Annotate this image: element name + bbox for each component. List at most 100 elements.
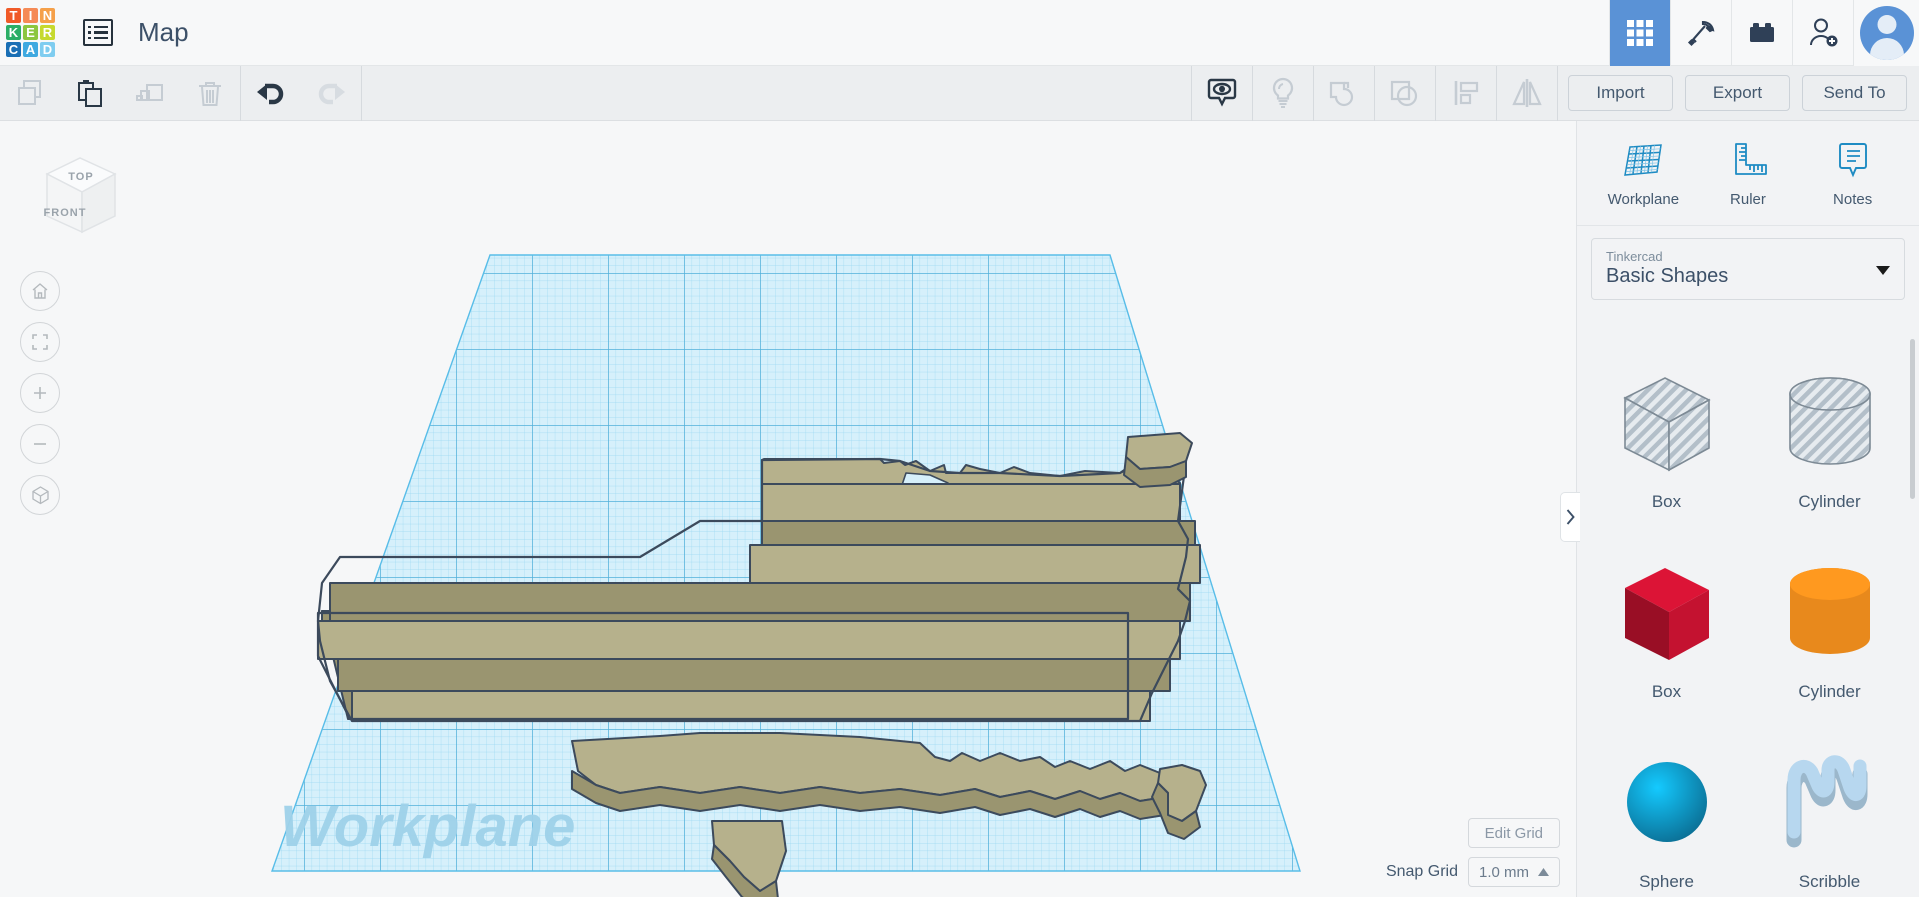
send-to-button[interactable]: Send To xyxy=(1802,75,1907,111)
mirror-button[interactable] xyxy=(1497,66,1557,121)
workplane-tool-label: Workplane xyxy=(1607,190,1680,208)
viewcube-top-label: TOP xyxy=(68,171,93,183)
paste-button[interactable] xyxy=(60,66,120,121)
toolbar-divider xyxy=(1557,65,1558,121)
eye-marker-icon xyxy=(1207,78,1237,107)
align-button[interactable] xyxy=(1436,66,1496,121)
undo-button[interactable] xyxy=(241,66,301,121)
copy-icon xyxy=(18,80,41,105)
snap-grid-select[interactable]: 1.0 mm xyxy=(1467,857,1560,887)
library-value: Basic Shapes xyxy=(1606,265,1729,287)
shape-cylinder-hole[interactable]: Cylinder xyxy=(1748,343,1911,533)
user-account-button[interactable] xyxy=(1853,0,1919,66)
3d-viewport[interactable]: Workplane TOP FRONT Edit Grid Snap Grid … xyxy=(0,121,1576,897)
shape-library-scrollbar[interactable] xyxy=(1910,339,1915,499)
trash-icon xyxy=(199,82,221,106)
logo-tile-t: T xyxy=(6,8,21,23)
invite-collaborator-button[interactable] xyxy=(1792,0,1853,66)
collapse-panel-button[interactable] xyxy=(1560,492,1580,542)
export-button[interactable]: Export xyxy=(1685,75,1790,111)
cylinder-solid-preview xyxy=(1789,568,1870,654)
shape-label: Cylinder xyxy=(1798,682,1861,701)
shape-sphere-solid[interactable]: Sphere xyxy=(1585,723,1748,897)
avatar xyxy=(1859,5,1914,60)
home-view-button[interactable] xyxy=(20,271,60,311)
workplane-tool[interactable]: Workplane xyxy=(1593,139,1693,208)
zoom-out-button[interactable] xyxy=(20,424,60,464)
show-hide-button[interactable] xyxy=(1192,66,1252,121)
box-solid-preview xyxy=(1624,568,1709,660)
fit-frame-icon xyxy=(32,334,48,350)
view-cube-icon: TOP FRONT xyxy=(44,157,117,234)
light-button[interactable] xyxy=(1253,66,1313,121)
shape-scribble[interactable]: Scribble xyxy=(1748,723,1911,897)
notes-tool[interactable]: Notes xyxy=(1803,139,1903,208)
ungroup-button[interactable] xyxy=(1375,66,1435,121)
ungroup-shapes-icon xyxy=(1390,80,1418,107)
home-icon xyxy=(32,283,48,299)
logo-tile-k: K xyxy=(6,25,21,40)
cylinder-hole-preview xyxy=(1788,377,1871,465)
toolbar-divider xyxy=(361,65,362,121)
group-button[interactable] xyxy=(1314,66,1374,121)
duplicate-icon xyxy=(136,84,163,101)
logo-tile-a: A xyxy=(23,42,38,57)
panel-tools: Workplane Ruler Notes xyxy=(1577,121,1919,226)
ortho-perspective-button[interactable] xyxy=(20,475,60,515)
edit-grid-button[interactable]: Edit Grid xyxy=(1467,818,1560,848)
shape-library[interactable]: Box Cylinder Box Cylinder Sphere Scribble xyxy=(1577,331,1919,897)
lego-brick-icon xyxy=(1750,22,1774,42)
chevron-right-icon xyxy=(1566,509,1575,525)
fit-to-view-button[interactable] xyxy=(20,322,60,362)
zoom-in-button[interactable] xyxy=(20,373,60,413)
logo-tile-e: E xyxy=(23,25,38,40)
logo-tile-n: N xyxy=(40,8,55,23)
model-northeast xyxy=(1123,432,1193,488)
person-add-icon xyxy=(1810,18,1838,46)
copy-button[interactable] xyxy=(0,66,60,121)
shape-cylinder-solid[interactable]: Cylinder xyxy=(1748,533,1911,723)
page-title: Map xyxy=(138,17,189,47)
ruler-icon xyxy=(1735,142,1767,175)
import-button[interactable]: Import xyxy=(1568,75,1673,111)
redo-button[interactable] xyxy=(301,66,361,121)
top-bar: TIN KER CAD Map xyxy=(0,0,1919,66)
edit-toolbar: Import Export Send To xyxy=(0,65,1919,121)
pickaxe-icon xyxy=(1687,20,1715,46)
cube-ortho-icon xyxy=(31,485,49,504)
bricks-view-button[interactable] xyxy=(1731,0,1792,66)
shape-label: Box xyxy=(1651,492,1682,511)
ruler-tool-label: Ruler xyxy=(1730,190,1766,208)
shape-label: Cylinder xyxy=(1798,492,1861,511)
shape-box-hole[interactable]: Box xyxy=(1585,343,1748,533)
view-cube[interactable]: TOP FRONT xyxy=(25,136,135,246)
grid-controls: Edit Grid Snap Grid 1.0 mm xyxy=(1386,818,1560,887)
3d-scene: Workplane xyxy=(271,254,1301,897)
list-icon xyxy=(83,19,113,46)
model-texas-tip xyxy=(711,820,787,897)
undo-arrow-icon xyxy=(257,83,284,105)
minus-icon xyxy=(34,443,46,445)
sphere-solid-preview xyxy=(1626,762,1707,842)
shape-box-solid[interactable]: Box xyxy=(1585,533,1748,723)
duplicate-button[interactable] xyxy=(120,66,180,121)
minecraft-view-button[interactable] xyxy=(1670,0,1731,66)
tinkercad-app: TINKERCAD Map Import Export Send To Work… xyxy=(0,0,1919,897)
shape-library-select[interactable]: Tinkercad Basic Shapes xyxy=(1591,238,1905,300)
plus-icon xyxy=(34,387,46,399)
delete-button[interactable] xyxy=(180,66,240,121)
logo-tile-i: I xyxy=(23,8,38,23)
ruler-tool[interactable]: Ruler xyxy=(1698,139,1798,208)
shape-label: Sphere xyxy=(1639,872,1694,891)
group-shapes-icon xyxy=(1329,81,1354,107)
viewport-nav-buttons xyxy=(20,271,60,515)
note-bubble-icon xyxy=(1838,142,1867,177)
logo-tile-r: R xyxy=(40,25,55,40)
dashboard-button[interactable] xyxy=(83,19,113,46)
clipboard-icon xyxy=(78,80,102,107)
tinkercad-logo[interactable]: TIN KER CAD xyxy=(3,5,58,60)
shape-label: Box xyxy=(1651,682,1682,701)
shape-grid: Box Cylinder Box Cylinder Sphere Scribble xyxy=(1585,343,1911,897)
logo-tile-c: C xyxy=(6,42,21,57)
blocks-view-button[interactable] xyxy=(1609,0,1670,66)
